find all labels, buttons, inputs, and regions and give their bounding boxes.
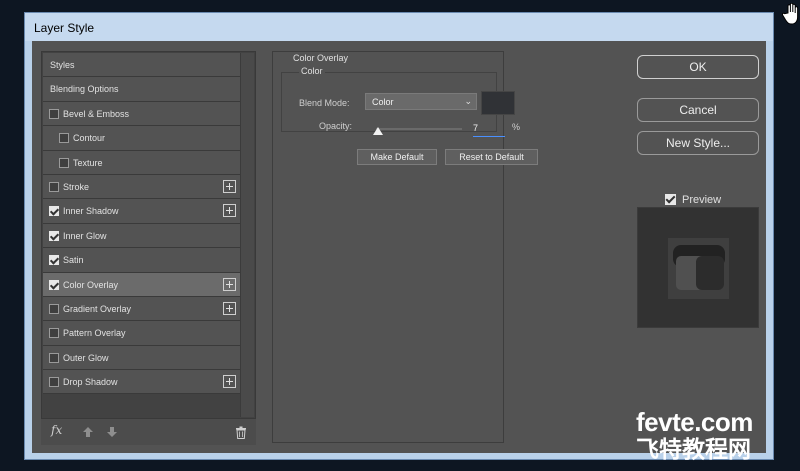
style-item-blending-options[interactable]: Blending Options [43,77,240,102]
color-group-title: Color [299,66,325,76]
dialog-client-area: Styles Blending Options Bevel & Emboss Cont… [32,41,766,453]
hand-cursor-icon [782,3,799,25]
add-effect-icon[interactable] [223,204,236,218]
style-item-gradient-overlay[interactable]: Gradient Overlay [43,296,240,322]
style-item-label: Bevel & Emboss [63,108,130,119]
style-item-label: Stroke [63,181,90,192]
opacity-slider-thumb[interactable] [373,127,383,135]
styles-list: Styles Blending Options Bevel & Emboss Cont… [43,53,240,395]
dialog-title: Layer Style [34,21,95,35]
style-checkbox[interactable] [49,328,59,339]
style-item-satin[interactable]: Satin [43,248,240,273]
watermark-domain: fevte.com [636,407,753,437]
color-controls: Blend Mode: Color ⌄ Opacity: 7 % [281,80,521,140]
style-item-label: Drop Shadow [63,377,118,388]
style-item-label: Blending Options [50,84,119,95]
style-item-label: Contour [73,133,106,144]
reset-to-default-button[interactable]: Reset to Default [445,149,538,165]
style-checkbox[interactable] [59,133,69,144]
style-checkbox[interactable] [49,206,59,217]
style-item-texture[interactable]: Texture [43,150,240,175]
style-item-color-overlay[interactable]: Color Overlay [43,272,240,297]
style-item-drop-shadow[interactable]: Drop Shadow [43,370,240,395]
add-effect-icon[interactable] [223,277,236,291]
style-checkbox[interactable] [49,303,59,314]
style-item-styles[interactable]: Styles [43,53,240,78]
style-item-bevel-emboss[interactable]: Bevel & Emboss [43,101,240,127]
ok-button[interactable]: OK [637,55,759,79]
style-item-pattern-overlay[interactable]: Pattern Overlay [43,321,240,346]
watermark-site-name: 飞特教程网 [636,436,751,462]
style-checkbox[interactable] [59,157,69,168]
title-bar[interactable]: Layer Style [25,13,773,41]
style-item-inner-shadow[interactable]: Inner Shadow [43,199,240,224]
style-item-label: Texture [73,157,103,168]
layer-style-dialog: Layer Style Styles Blending Options Bevel … [24,12,774,460]
add-effect-icon[interactable] [223,375,236,389]
chevron-down-icon: ⌄ [464,96,472,106]
cancel-button[interactable]: Cancel [637,98,759,122]
styles-panel-footer: fx [41,419,256,445]
blend-mode-select[interactable]: Color ⌄ [365,93,477,110]
add-effect-icon[interactable] [223,301,236,315]
styles-panel: Styles Blending Options Bevel & Emboss Cont… [41,51,256,419]
style-item-label: Styles [50,60,75,70]
style-preview [637,207,759,328]
style-item-label: Inner Shadow [63,206,119,217]
style-checkbox[interactable] [49,181,59,192]
preview-checkbox[interactable] [665,194,676,205]
move-down-icon[interactable] [106,426,118,438]
add-effect-icon[interactable] [223,179,236,193]
style-item-label: Outer Glow [63,352,109,363]
move-up-icon[interactable] [82,426,94,438]
style-item-label: Inner Glow [63,230,107,241]
style-item-outer-glow[interactable]: Outer Glow [43,345,240,371]
blend-mode-value: Color [372,97,394,107]
preview-label: Preview [682,194,722,206]
fx-icon[interactable]: fx [51,423,62,437]
style-checkbox[interactable] [49,352,59,363]
opacity-value: 7 [473,123,479,133]
opacity-slider-track[interactable] [376,128,462,130]
opacity-label: Opacity: [319,121,353,131]
style-checkbox[interactable] [49,255,59,266]
style-item-stroke[interactable]: Stroke [43,174,240,200]
opacity-unit: % [512,122,521,132]
style-item-contour[interactable]: Contour [43,126,240,151]
style-item-label: Satin [63,255,84,266]
style-item-label: Pattern Overlay [63,328,126,339]
style-item-label: Color Overlay [63,279,119,290]
style-checkbox[interactable] [49,230,59,241]
style-checkbox[interactable] [49,377,59,388]
preview-swatch [668,238,729,299]
make-default-button[interactable]: Make Default [357,149,437,165]
color-overlay-panel: Color Overlay Color Blend Mode: Color ⌄ … [272,51,538,443]
style-checkbox[interactable] [49,108,59,119]
overlay-color-swatch[interactable] [481,91,515,115]
style-item-label: Gradient Overlay [63,303,132,314]
style-item-inner-glow[interactable]: Inner Glow [43,223,240,249]
styles-scrollbar[interactable] [240,53,254,417]
blend-mode-label: Blend Mode: [299,98,350,108]
watermark: fevte.com 飞特教程网 [636,408,796,468]
opacity-input[interactable]: 7 [473,123,505,137]
new-style-button[interactable]: New Style... [637,131,759,155]
section-title: Color Overlay [291,53,351,63]
style-checkbox[interactable] [49,279,59,290]
trash-icon[interactable] [235,426,247,439]
